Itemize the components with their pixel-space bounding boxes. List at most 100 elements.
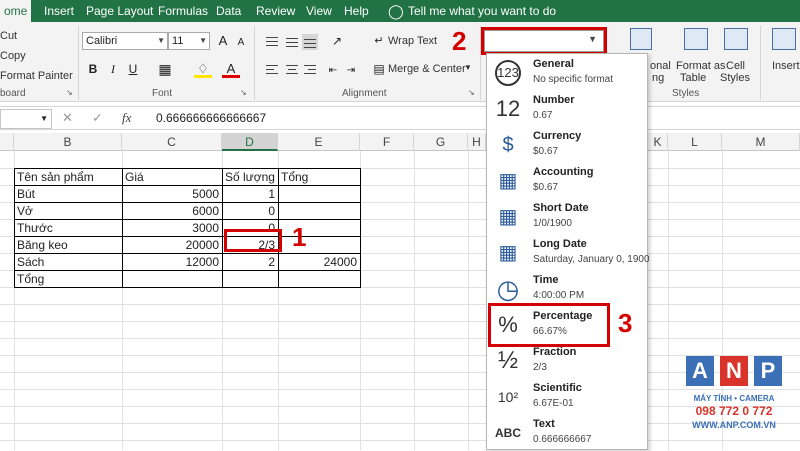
- insert-function-icon[interactable]: fx: [122, 110, 131, 126]
- enter-icon[interactable]: ✓: [92, 110, 103, 126]
- cut-button[interactable]: Cut: [0, 30, 17, 42]
- tab-data[interactable]: Data: [216, 0, 241, 22]
- table-cell[interactable]: 5000: [123, 186, 221, 203]
- table-cell[interactable]: 20000: [123, 237, 221, 254]
- format-option-scientific[interactable]: 10² Scientific 6.67E-01: [487, 379, 647, 415]
- align-middle-icon[interactable]: [284, 34, 300, 50]
- copy-button[interactable]: Copy: [0, 50, 26, 62]
- column-header[interactable]: M: [722, 133, 800, 151]
- table-header[interactable]: Số lượng: [223, 169, 277, 186]
- table-cell[interactable]: 3000: [123, 220, 221, 237]
- table-cell[interactable]: 0: [223, 203, 277, 220]
- chevron-down-icon[interactable]: ▼: [464, 63, 472, 72]
- borders-icon[interactable]: ▦: [156, 60, 174, 78]
- anp-letter: P: [754, 356, 782, 386]
- align-left-icon[interactable]: [264, 62, 280, 78]
- column-header[interactable]: H: [468, 133, 486, 151]
- italic-button[interactable]: I: [104, 60, 122, 78]
- step-3-label: 3: [618, 308, 633, 338]
- fill-color-icon[interactable]: ♢: [194, 60, 212, 78]
- column-header[interactable]: B: [14, 133, 122, 151]
- tab-formulas[interactable]: Formulas: [158, 0, 208, 22]
- conditional-formatting-label[interactable]: onal: [650, 60, 671, 72]
- tab-page-layout[interactable]: Page Layout: [86, 0, 153, 22]
- table-cell[interactable]: Vở: [15, 203, 121, 220]
- decrease-indent-icon[interactable]: ⇤: [324, 62, 342, 80]
- increase-indent-icon[interactable]: ⇥: [342, 62, 360, 80]
- font-name-combo[interactable]: Calibri ▼: [82, 32, 168, 50]
- format-option-accounting[interactable]: ▦ Accounting $0.67: [487, 163, 647, 199]
- insert-cells-button[interactable]: Insert: [772, 60, 800, 72]
- column-header[interactable]: G: [414, 133, 468, 151]
- format-as-table-label-2[interactable]: Table: [680, 72, 706, 84]
- table-cell[interactable]: 2: [223, 254, 277, 271]
- merge-center-button[interactable]: Merge & Center: [388, 63, 466, 75]
- shrink-font-icon[interactable]: A: [232, 34, 250, 52]
- table-cell[interactable]: Băng keo: [15, 237, 121, 254]
- grow-font-icon[interactable]: A: [214, 32, 232, 50]
- lightbulb-icon: ◯: [388, 3, 404, 19]
- accounting-icon: ▦: [498, 170, 518, 192]
- table-header[interactable]: Tên sản phẩm: [15, 169, 121, 186]
- long-date-icon: ▦: [498, 242, 518, 264]
- tab-help[interactable]: Help: [344, 0, 369, 22]
- tab-home[interactable]: ome: [0, 0, 32, 22]
- format-option-short-date[interactable]: ▦ Short Date 1/0/1900: [487, 199, 647, 235]
- format-option-text[interactable]: ABC Text 0.666666667: [487, 415, 647, 451]
- table-cell[interactable]: Thước: [15, 220, 121, 237]
- align-right-icon[interactable]: [302, 62, 318, 78]
- cell-styles-label-2[interactable]: Styles: [720, 72, 750, 84]
- column-header[interactable]: L: [668, 133, 722, 151]
- font-size-combo[interactable]: 11 ▼: [168, 32, 210, 50]
- table-cell[interactable]: 12000: [123, 254, 221, 271]
- wrap-text-button[interactable]: Wrap Text: [388, 35, 437, 47]
- format-option-fraction[interactable]: ½ Fraction 2/3: [487, 343, 647, 379]
- column-header-selected[interactable]: D: [222, 133, 278, 151]
- table-cell[interactable]: Bút: [15, 186, 121, 203]
- chevron-down-icon: ▼: [157, 36, 165, 45]
- dialog-launcher-icon[interactable]: ↘: [66, 88, 73, 97]
- tab-review[interactable]: Review: [256, 0, 295, 22]
- dialog-launcher-icon[interactable]: ↘: [240, 88, 247, 97]
- conditional-formatting-label-2[interactable]: ng: [652, 72, 664, 84]
- table-cell[interactable]: 1: [223, 186, 277, 203]
- bold-button[interactable]: B: [84, 60, 102, 78]
- cancel-icon[interactable]: ✕: [62, 110, 73, 126]
- formula-input[interactable]: 0.666666666666667: [156, 111, 266, 125]
- column-header[interactable]: C: [122, 133, 222, 151]
- underline-button[interactable]: U: [124, 60, 142, 78]
- format-option-time[interactable]: ◷ Time 4:00:00 PM: [487, 271, 647, 307]
- tab-view[interactable]: View: [306, 0, 332, 22]
- highlight-box-3: [488, 303, 610, 347]
- format-option-long-date[interactable]: ▦ Long Date Saturday, January 0, 1900: [487, 235, 650, 271]
- align-center-icon[interactable]: [284, 62, 300, 78]
- tell-me-search[interactable]: Tell me what you want to do: [408, 0, 556, 22]
- format-as-table-button[interactable]: Format as: [676, 60, 726, 72]
- format-option-number[interactable]: 12 Number 0.67: [487, 91, 647, 127]
- table-header[interactable]: Tổng: [279, 169, 359, 186]
- table-cell[interactable]: 24000: [279, 254, 359, 271]
- table-cell[interactable]: Tổng: [15, 271, 121, 288]
- column-header[interactable]: K: [648, 133, 668, 151]
- table-cell[interactable]: Sách: [15, 254, 121, 271]
- font-color-icon[interactable]: A: [222, 60, 240, 78]
- table-header[interactable]: Giá: [123, 169, 221, 186]
- time-clock-icon: ◷: [496, 274, 520, 304]
- column-header[interactable]: F: [360, 133, 414, 151]
- align-top-icon[interactable]: [264, 34, 280, 50]
- name-box[interactable]: ▼: [0, 109, 52, 129]
- number-format-dropdown: 123 General No specific format 12 Number…: [486, 53, 650, 451]
- worksheet-grid[interactable]: Tên sản phẩm Giá Số lượng Tổng Bút 5000 …: [0, 151, 800, 450]
- tab-insert[interactable]: Insert: [44, 0, 74, 22]
- cell-styles-button[interactable]: Cell: [726, 60, 745, 72]
- format-painter-button[interactable]: Format Painter: [0, 70, 73, 82]
- table-cell[interactable]: 6000: [123, 203, 221, 220]
- align-bottom-icon[interactable]: [302, 34, 318, 50]
- format-option-currency[interactable]: $ Currency $0.67: [487, 127, 647, 163]
- column-header[interactable]: E: [278, 133, 360, 151]
- orientation-icon[interactable]: ↗: [328, 32, 346, 50]
- column-headers: B C D E F G H K L M: [0, 133, 800, 151]
- select-all-corner[interactable]: [0, 133, 14, 151]
- format-option-general[interactable]: 123 General No specific format: [487, 55, 647, 91]
- dialog-launcher-icon[interactable]: ↘: [468, 88, 475, 97]
